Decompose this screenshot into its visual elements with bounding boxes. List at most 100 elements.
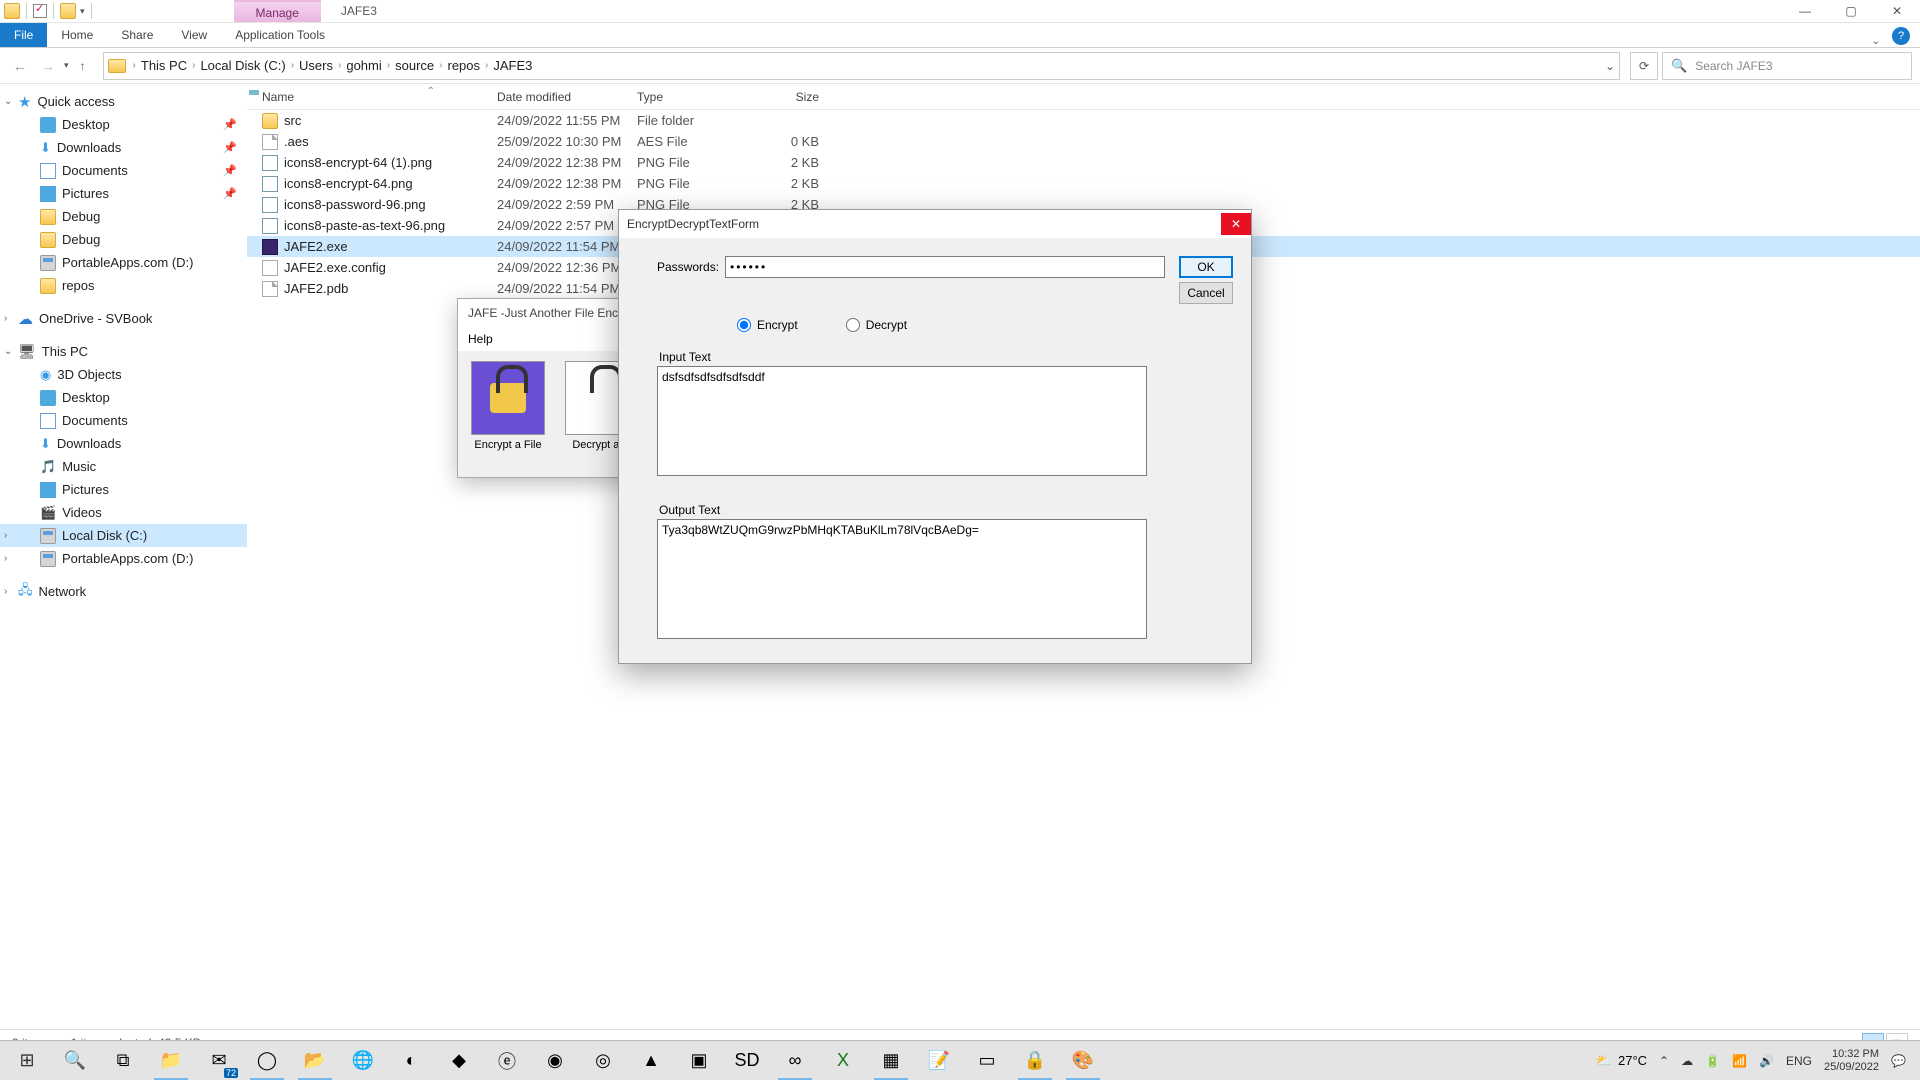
sidebar-debug2[interactable]: Debug xyxy=(0,228,247,251)
taskbar-explorer2[interactable]: 📂 xyxy=(292,1042,338,1080)
search-input[interactable]: 🔍 Search JAFE3 xyxy=(1662,52,1912,80)
taskbar-app2[interactable]: ◆ xyxy=(436,1042,482,1080)
refresh-button[interactable]: ⟳ xyxy=(1630,52,1658,80)
taskbar-excel[interactable]: X xyxy=(820,1042,866,1080)
file-row[interactable]: icons8-encrypt-64 (1).png24/09/2022 12:3… xyxy=(247,152,1920,173)
chevron-right-icon[interactable]: › xyxy=(189,60,198,71)
sidebar-quick-access[interactable]: ⌄★Quick access xyxy=(0,90,247,113)
tray-battery-icon[interactable]: 🔋 xyxy=(1705,1054,1720,1068)
input-text-area[interactable] xyxy=(657,366,1147,476)
sidebar-pictures2[interactable]: Pictures xyxy=(0,478,247,501)
col-type-header[interactable]: Type xyxy=(637,90,752,104)
cancel-button[interactable]: Cancel xyxy=(1179,282,1233,304)
taskbar-app9[interactable]: ▭ xyxy=(964,1042,1010,1080)
taskbar-app4[interactable]: ◎ xyxy=(580,1042,626,1080)
dialog-close-button[interactable]: ✕ xyxy=(1221,213,1251,235)
taskbar-app3[interactable]: ◉ xyxy=(532,1042,578,1080)
task-view-button[interactable]: ⧉ xyxy=(100,1042,146,1080)
tray-notifications-icon[interactable]: 💬 xyxy=(1891,1054,1906,1068)
taskbar-chrome[interactable]: ◯ xyxy=(244,1042,290,1080)
chevron-right-icon[interactable]: › xyxy=(335,60,344,71)
sidebar-network[interactable]: ›🖧Network xyxy=(0,580,247,603)
encrypt-radio[interactable]: Encrypt xyxy=(737,318,798,332)
sidebar-documents[interactable]: Documents📌 xyxy=(0,159,247,182)
minimize-button[interactable]: — xyxy=(1782,0,1828,23)
sidebar-videos[interactable]: 🎬Videos xyxy=(0,501,247,524)
taskbar-ie[interactable]: ⓔ xyxy=(484,1042,530,1080)
sidebar-downloads2[interactable]: ⬇Downloads xyxy=(0,432,247,455)
ribbon-collapse-icon[interactable]: ⌄ xyxy=(1864,36,1888,47)
sidebar-3dobjects[interactable]: ◉3D Objects xyxy=(0,363,247,386)
forward-button[interactable]: → xyxy=(36,54,60,78)
sidebar-documents2[interactable]: Documents xyxy=(0,409,247,432)
sidebar-onedrive[interactable]: ›☁OneDrive - SVBook xyxy=(0,307,247,330)
chevron-right-icon[interactable]: › xyxy=(482,60,491,71)
history-dropdown-icon[interactable]: ▾ xyxy=(64,60,69,71)
taskbar-app6[interactable]: ▣ xyxy=(676,1042,722,1080)
breadcrumb-segment[interactable]: JAFE3 xyxy=(491,58,534,73)
tray-language[interactable]: ENG xyxy=(1786,1054,1812,1068)
application-tools-tab[interactable]: Application Tools xyxy=(221,23,339,47)
sidebar-desktop[interactable]: Desktop📌 xyxy=(0,113,247,136)
taskbar-jafe[interactable]: 🔒 xyxy=(1012,1042,1058,1080)
sidebar-downloads[interactable]: ⬇Downloads📌 xyxy=(0,136,247,159)
tray-wifi-icon[interactable]: 📶 xyxy=(1732,1054,1747,1068)
chevron-right-icon[interactable]: › xyxy=(130,60,139,71)
home-tab[interactable]: Home xyxy=(47,23,107,47)
taskbar-mail[interactable]: ✉72 xyxy=(196,1042,242,1080)
sidebar-debug[interactable]: Debug xyxy=(0,205,247,228)
address-dropdown-icon[interactable]: ⌄ xyxy=(1605,59,1615,73)
taskbar-vs[interactable]: ∞ xyxy=(772,1042,818,1080)
breadcrumb-segment[interactable]: source xyxy=(393,58,436,73)
taskbar-paint[interactable]: 🎨 xyxy=(1060,1042,1106,1080)
maximize-button[interactable]: ▢ xyxy=(1828,0,1874,23)
decrypt-radio-input[interactable] xyxy=(846,318,860,332)
taskbar-app8[interactable]: ▦ xyxy=(868,1042,914,1080)
taskbar-notepad[interactable]: 📝 xyxy=(916,1042,962,1080)
encrypt-decrypt-dialog[interactable]: EncryptDecryptTextForm ✕ Passwords: OK C… xyxy=(618,209,1252,664)
up-button[interactable]: ↑ xyxy=(73,56,93,76)
sidebar-portable[interactable]: PortableApps.com (D:) xyxy=(0,251,247,274)
output-text-area[interactable] xyxy=(657,519,1147,639)
chevron-right-icon[interactable]: › xyxy=(288,60,297,71)
sidebar-thispc[interactable]: ⌄🖥This PC xyxy=(0,340,247,363)
encrypt-radio-input[interactable] xyxy=(737,318,751,332)
start-button[interactable]: ⊞ xyxy=(4,1042,50,1080)
breadcrumb-segment[interactable]: Users xyxy=(297,58,335,73)
sidebar-music[interactable]: 🎵Music xyxy=(0,455,247,478)
col-size-header[interactable]: Size xyxy=(752,90,827,104)
col-name-header[interactable]: Name⌃ xyxy=(247,90,497,104)
file-tab[interactable]: File xyxy=(0,23,47,47)
help-icon[interactable]: ? xyxy=(1892,27,1910,45)
jafe-help-menu[interactable]: Help xyxy=(468,332,493,346)
tray-overflow-icon[interactable]: ⌃ xyxy=(1659,1054,1669,1068)
breadcrumb-segment[interactable]: repos xyxy=(445,58,482,73)
breadcrumb-segment[interactable]: gohmi xyxy=(344,58,383,73)
sidebar-repos[interactable]: repos xyxy=(0,274,247,297)
contextual-tab-manage[interactable]: Manage xyxy=(234,0,321,22)
view-tab[interactable]: View xyxy=(167,23,221,47)
col-date-header[interactable]: Date modified xyxy=(497,90,637,104)
chevron-right-icon[interactable]: › xyxy=(384,60,393,71)
sidebar-desktop2[interactable]: Desktop xyxy=(0,386,247,409)
taskbar-search-button[interactable]: 🔍 xyxy=(52,1042,98,1080)
qat-properties-icon[interactable] xyxy=(33,4,47,18)
taskbar-weather[interactable]: ⛅ 27°C xyxy=(1596,1053,1647,1069)
file-row[interactable]: .aes25/09/2022 10:30 PMAES File0 KB xyxy=(247,131,1920,152)
sidebar-portable2[interactable]: ›PortableApps.com (D:) xyxy=(0,547,247,570)
ok-button[interactable]: OK xyxy=(1179,256,1233,278)
jafe-encrypt-file-button[interactable]: Encrypt a File xyxy=(468,361,548,451)
close-button[interactable]: ✕ xyxy=(1874,0,1920,23)
tray-volume-icon[interactable]: 🔊 xyxy=(1759,1054,1774,1068)
dialog-titlebar[interactable]: EncryptDecryptTextForm ✕ xyxy=(619,210,1251,238)
taskbar-app5[interactable]: ▲ xyxy=(628,1042,674,1080)
qat-dropdown-icon[interactable]: ▾ xyxy=(80,6,85,17)
file-row[interactable]: icons8-encrypt-64.png24/09/2022 12:38 PM… xyxy=(247,173,1920,194)
file-row[interactable]: src24/09/2022 11:55 PMFile folder xyxy=(247,110,1920,131)
password-input[interactable] xyxy=(725,256,1165,278)
tray-onedrive-icon[interactable]: ☁ xyxy=(1681,1054,1693,1068)
taskbar-app7[interactable]: SD xyxy=(724,1042,770,1080)
breadcrumb-segment[interactable]: Local Disk (C:) xyxy=(198,58,287,73)
qat-newfolder-icon[interactable] xyxy=(60,3,76,19)
address-bar[interactable]: › This PC › Local Disk (C:) › Users › go… xyxy=(103,52,1620,80)
